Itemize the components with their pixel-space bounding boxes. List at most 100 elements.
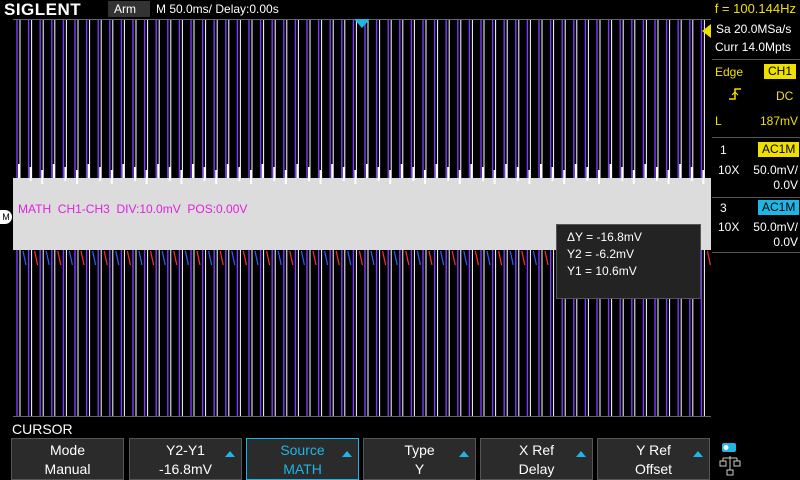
channel-3-offset: 0.0V xyxy=(773,235,798,249)
glitch-mark xyxy=(18,164,20,178)
glitch-mark xyxy=(238,167,241,181)
glitch-mark xyxy=(273,167,276,181)
glitch-mark xyxy=(296,164,299,178)
glitch-mark xyxy=(134,167,136,181)
rising-edge-icon xyxy=(729,88,741,100)
glitch-mark xyxy=(574,164,577,178)
trigger-source-badge[interactable]: CH1 xyxy=(764,64,797,79)
waveform-display[interactable] xyxy=(13,19,711,417)
trigger-position-marker[interactable] xyxy=(354,19,370,28)
trigger-coupling: DC xyxy=(776,89,794,103)
cursor-y2: Y2 = -6.2mV xyxy=(567,247,635,261)
softkey-y-ref-value: Offset xyxy=(634,461,673,477)
glitch-mark xyxy=(656,167,658,181)
glitch-mark xyxy=(598,170,600,184)
up-arrow-icon xyxy=(693,451,703,457)
glitch-mark xyxy=(516,167,519,181)
glitch-mark xyxy=(342,167,345,181)
up-arrow-icon xyxy=(459,451,469,457)
glitch-mark xyxy=(366,164,368,178)
glitch-mark xyxy=(540,164,542,178)
brand-logo: SIGLENT xyxy=(4,0,82,19)
glitch-mark xyxy=(226,164,229,178)
softkey-source-value: MATH xyxy=(283,461,322,477)
glitch-mark xyxy=(284,170,287,184)
channel-1-number[interactable]: 1 xyxy=(720,143,740,157)
glitch-mark xyxy=(157,164,160,178)
glitch-mark xyxy=(203,167,206,181)
glitch-mark xyxy=(470,164,473,178)
glitch-mark xyxy=(29,167,32,181)
glitch-mark xyxy=(261,164,264,178)
channel-3-number[interactable]: 3 xyxy=(720,201,740,215)
acquisition-status-badge: Arm xyxy=(108,1,150,17)
glitch-mark xyxy=(192,164,194,178)
glitch-mark xyxy=(354,170,357,184)
right-info-panel: Sa 20.0MSa/s Curr 14.0Mpts Edge CH1 DC L… xyxy=(702,19,800,417)
softkey-x-ref[interactable]: X Ref Delay xyxy=(480,438,593,480)
glitch-mark xyxy=(505,164,508,178)
glitch-mark xyxy=(180,170,183,184)
glitch-mark xyxy=(41,170,44,184)
softkey-y2-y1-value: -16.8mV xyxy=(159,461,212,477)
glitch-mark xyxy=(435,164,438,178)
trigger-level: 187mV xyxy=(759,114,798,128)
glitch-mark xyxy=(621,167,624,181)
sample-rate: Sa 20.0MSa/s xyxy=(716,22,792,36)
glitch-mark xyxy=(87,164,90,178)
glitch-mark xyxy=(482,167,484,181)
glitch-mark xyxy=(110,170,113,184)
glitch-mark xyxy=(308,167,310,181)
channel-3-probe: 10X xyxy=(718,220,740,234)
channel-3-scale: 50.0mV/ xyxy=(753,220,798,234)
math-trace-label: MATH CH1-CH3 DIV:10.0mV POS:0.00V xyxy=(18,202,248,216)
glitch-mark xyxy=(447,167,450,181)
glitch-mark xyxy=(412,167,415,181)
softkey-y2-y1[interactable]: Y2-Y1 -16.8mV xyxy=(129,438,242,480)
glitch-mark xyxy=(168,167,171,181)
channel-1-offset: 0.0V xyxy=(773,178,798,192)
up-arrow-icon xyxy=(576,451,586,457)
glitch-mark xyxy=(52,164,55,178)
cursor-readout-box: ΔY = -16.8mV Y2 = -6.2mV Y1 = 10.6mV xyxy=(556,224,701,299)
channel-3-coupling-badge[interactable]: AC1M xyxy=(758,200,800,215)
softkey-x-ref-value: Delay xyxy=(518,461,555,477)
softkey-mode-value: Manual xyxy=(44,461,91,477)
trigger-level-arrow-icon xyxy=(702,24,711,38)
channel-1-coupling-badge[interactable]: AC1M xyxy=(758,142,800,157)
network-icon[interactable] xyxy=(718,441,744,477)
channel-1-scale: 50.0mV/ xyxy=(753,163,798,177)
up-arrow-icon xyxy=(342,451,352,457)
glitch-mark xyxy=(563,170,566,184)
glitch-mark xyxy=(644,164,647,178)
glitch-mark xyxy=(551,167,554,181)
softkey-mode-label: Mode xyxy=(49,442,86,458)
glitch-mark xyxy=(400,164,403,178)
glitch-mark xyxy=(586,167,589,181)
timebase-readout: M 50.0ms/ Delay:0.00s xyxy=(156,2,279,16)
glitch-mark xyxy=(250,170,252,184)
glitch-mark xyxy=(76,170,78,184)
glitch-mark xyxy=(609,164,612,178)
cursor-y1: Y1 = 10.6mV xyxy=(567,264,637,278)
glitch-mark xyxy=(702,170,705,184)
frequency-counter: f = 100.144Hz xyxy=(714,1,796,16)
softkey-source[interactable]: Source MATH xyxy=(246,438,359,480)
glitch-mark xyxy=(99,167,102,181)
memory-depth: Curr 14.0Mpts xyxy=(715,40,792,54)
softkey-type-value: Y xyxy=(414,461,425,477)
math-offset-marker[interactable]: M xyxy=(0,210,12,224)
glitch-mark xyxy=(389,170,392,184)
up-arrow-icon xyxy=(225,451,235,457)
glitch-mark xyxy=(215,170,218,184)
glitch-mark xyxy=(679,164,682,178)
softkey-mode[interactable]: Mode Manual xyxy=(11,438,124,480)
channel-1-probe: 10X xyxy=(718,163,740,177)
glitch-mark xyxy=(377,167,380,181)
glitch-mark xyxy=(145,170,148,184)
softkey-type[interactable]: Type Y xyxy=(363,438,476,480)
glitch-mark xyxy=(319,170,322,184)
glitch-mark xyxy=(690,167,693,181)
menu-title: CURSOR xyxy=(12,421,73,437)
softkey-y-ref[interactable]: Y Ref Offset xyxy=(597,438,710,480)
